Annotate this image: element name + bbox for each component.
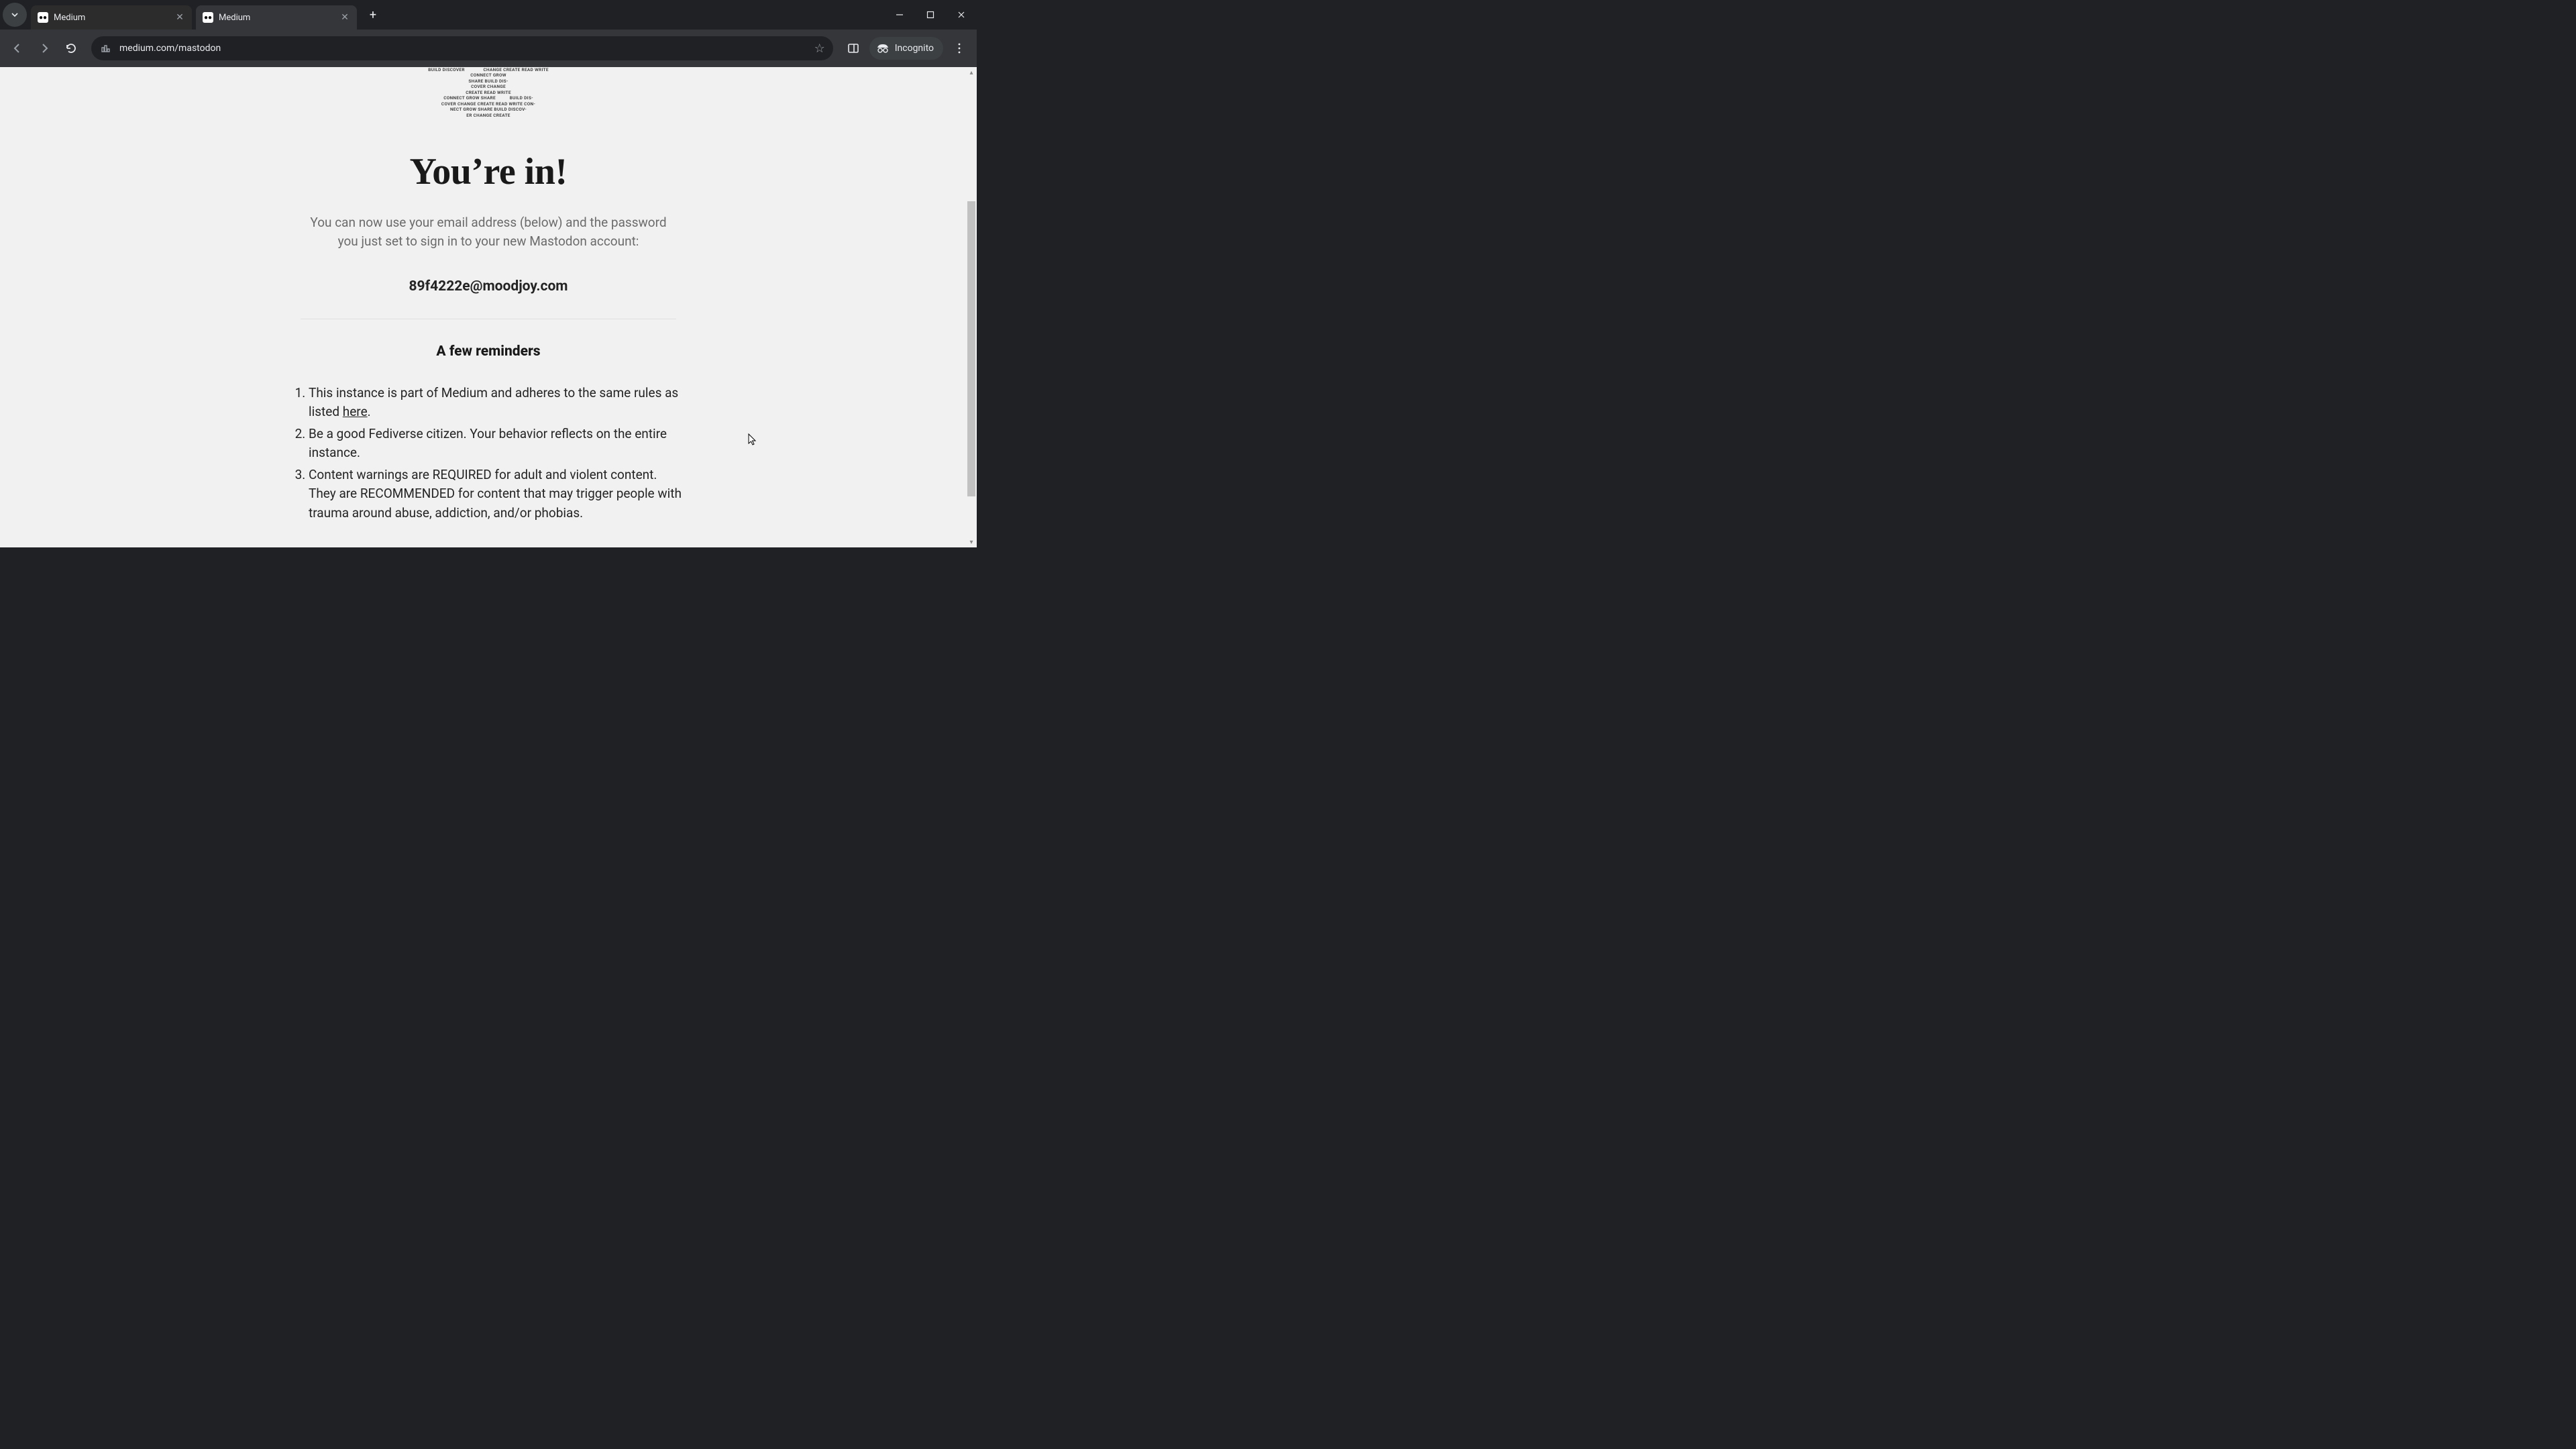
maximize-button[interactable] bbox=[915, 1, 946, 28]
incognito-label: Incognito bbox=[895, 43, 934, 54]
tab-search-button[interactable] bbox=[3, 3, 27, 27]
arrow-left-icon bbox=[11, 42, 23, 54]
medium-favicon: ●● bbox=[38, 12, 48, 23]
bookmark-button[interactable]: ☆ bbox=[814, 42, 825, 56]
window-controls bbox=[884, 1, 977, 28]
tab-close-button[interactable]: ✕ bbox=[174, 12, 185, 23]
tab-inactive[interactable]: ●● Medium ✕ bbox=[31, 5, 192, 30]
forward-button[interactable] bbox=[32, 36, 56, 60]
scroll-down-icon[interactable]: ▾ bbox=[966, 537, 977, 547]
viewport: BUILD DISCOVER CHANGE CREATE READ WRITEC… bbox=[0, 67, 977, 547]
tab-title: Medium bbox=[54, 13, 174, 23]
list-item: Content warnings are REQUIRED for adult … bbox=[309, 466, 683, 523]
panel-icon bbox=[847, 42, 859, 54]
minimize-icon bbox=[896, 11, 904, 19]
reminders-list: This instance is part of Medium and adhe… bbox=[294, 384, 683, 526]
reload-icon bbox=[65, 42, 77, 54]
list-item: This instance is part of Medium and adhe… bbox=[309, 384, 683, 422]
minimize-button[interactable] bbox=[884, 1, 915, 28]
address-bar[interactable]: medium.com/mastodon ☆ bbox=[91, 36, 833, 60]
page-content: BUILD DISCOVER CHANGE CREATE READ WRITEC… bbox=[0, 67, 977, 547]
toolbar: medium.com/mastodon ☆ Incognito bbox=[0, 30, 977, 67]
tab-active[interactable]: ●● Medium ✕ bbox=[196, 5, 357, 30]
medium-favicon: ●● bbox=[203, 12, 213, 23]
site-info-icon[interactable] bbox=[99, 42, 113, 54]
back-button[interactable] bbox=[5, 36, 30, 60]
headline: You’re in! bbox=[409, 150, 567, 193]
incognito-indicator[interactable]: Incognito bbox=[869, 37, 943, 60]
scrollbar-thumb[interactable] bbox=[967, 201, 975, 496]
chevron-down-icon bbox=[11, 11, 19, 19]
intro-text: You can now use your email address (belo… bbox=[301, 213, 676, 252]
kebab-icon bbox=[953, 42, 965, 54]
scroll-up-icon[interactable]: ▴ bbox=[966, 67, 977, 78]
account-email: 89f4222e@moodjoy.com bbox=[409, 278, 568, 294]
scrollbar[interactable]: ▴ ▾ bbox=[966, 67, 977, 547]
rules-link[interactable]: here bbox=[343, 404, 368, 419]
tab-title: Medium bbox=[219, 13, 339, 23]
close-icon bbox=[957, 11, 965, 19]
close-window-button[interactable] bbox=[946, 1, 977, 28]
list-item: Be a good Fediverse citizen. Your behavi… bbox=[309, 425, 683, 463]
new-tab-button[interactable]: + bbox=[364, 5, 382, 24]
titlebar: ●● Medium ✕ ●● Medium ✕ + bbox=[0, 0, 977, 30]
tab-close-button[interactable]: ✕ bbox=[339, 12, 350, 23]
menu-button[interactable] bbox=[947, 36, 971, 60]
reminders-heading: A few reminders bbox=[436, 343, 540, 360]
sidepanel-button[interactable] bbox=[841, 36, 865, 60]
arrow-right-icon bbox=[38, 42, 50, 54]
incognito-icon bbox=[876, 44, 890, 53]
reload-button[interactable] bbox=[59, 36, 83, 60]
url-text: medium.com/mastodon bbox=[119, 43, 814, 54]
maximize-icon bbox=[926, 11, 934, 19]
wordcloud-graphic: BUILD DISCOVER CHANGE CREATE READ WRITEC… bbox=[411, 67, 566, 118]
